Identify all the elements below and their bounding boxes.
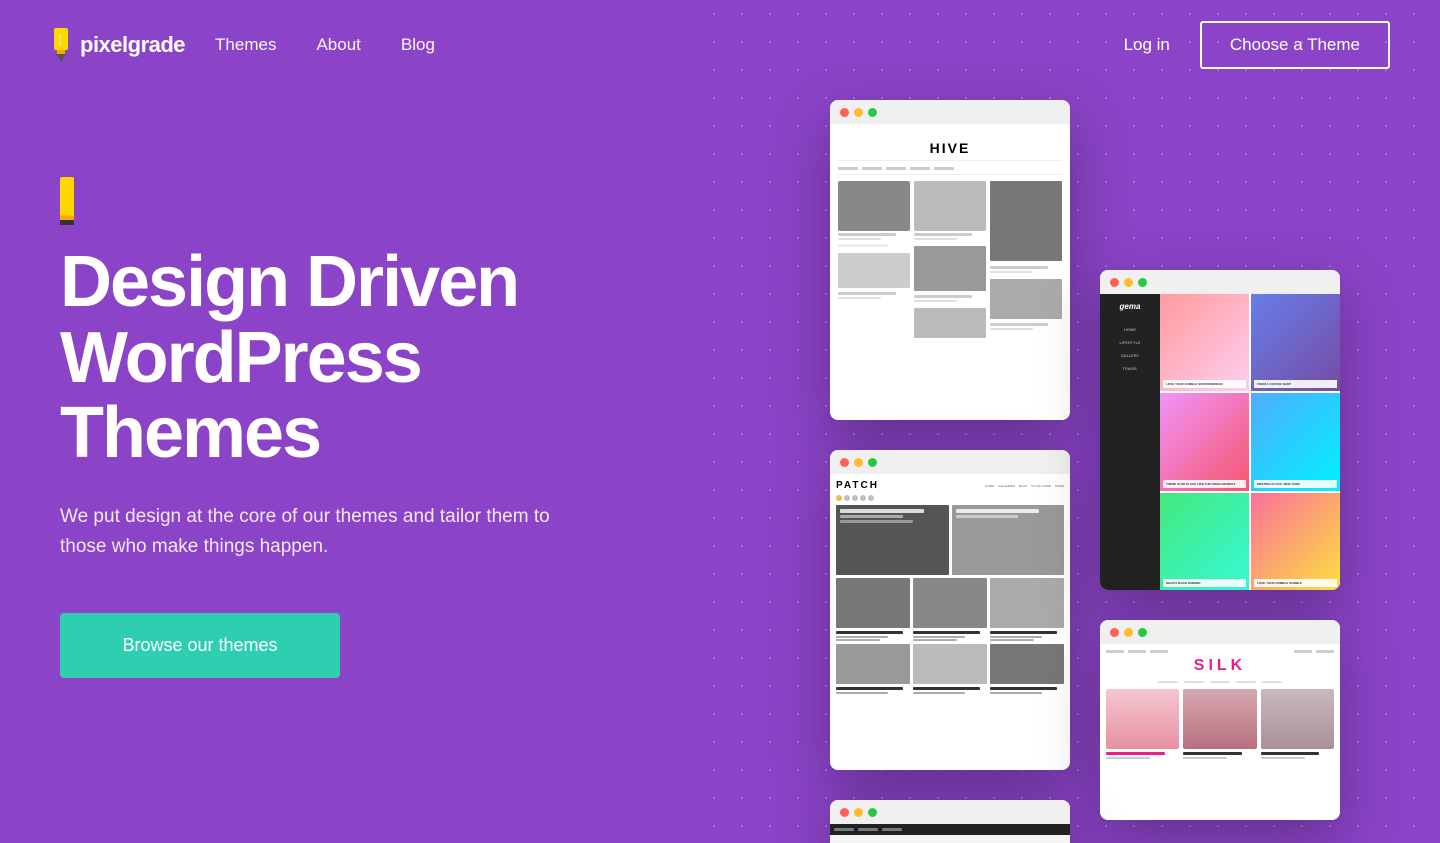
- close-dot: [840, 808, 849, 817]
- screenshots-area: HIVE: [700, 0, 1440, 843]
- nav-themes[interactable]: Themes: [215, 35, 276, 55]
- hive-theme-preview: HIVE: [830, 100, 1070, 420]
- titlebar-silk: [1100, 620, 1340, 644]
- patch-content: PATCH HOMEGALLERIESBLOGSTYLE GUIDEMORE: [830, 474, 1070, 700]
- titlebar-patch: [830, 450, 1070, 474]
- hive-content: HIVE: [830, 124, 1070, 346]
- brand-name: pixelgrade: [80, 32, 185, 58]
- hero-headline: Design Driven WordPress Themes: [60, 245, 640, 472]
- minimize-dot: [1124, 278, 1133, 287]
- patch-theme-preview: PATCH HOMEGALLERIESBLOGSTYLE GUIDEMORE: [830, 450, 1070, 770]
- header: pixelgrade Themes About Blog Log in Choo…: [0, 0, 1440, 90]
- close-dot: [840, 458, 849, 467]
- fourth-theme-preview: [830, 800, 1070, 843]
- nav-blog[interactable]: Blog: [401, 35, 435, 55]
- patch-nav: HOMEGALLERIESBLOGSTYLE GUIDEMORE: [985, 484, 1064, 488]
- gema-content: gema HOME LIFESTYLE GALLERY TRAVEL LOVE …: [1100, 294, 1340, 590]
- login-link[interactable]: Log in: [1124, 35, 1170, 55]
- titlebar-hive: [830, 100, 1070, 124]
- maximize-dot: [868, 808, 877, 817]
- silk-theme-preview: SILK: [1100, 620, 1340, 820]
- gema-grid: LOVE YOUR HUMBLE SURROUNDINGS FROM A COF…: [1160, 294, 1340, 590]
- close-dot: [840, 108, 849, 117]
- pencil-icon: [60, 165, 76, 225]
- header-left: pixelgrade Themes About Blog: [50, 28, 435, 62]
- minimize-dot: [854, 458, 863, 467]
- pixelgrade-icon: [50, 28, 72, 62]
- patch-header: PATCH HOMEGALLERIESBLOGSTYLE GUIDEMORE: [836, 480, 1064, 491]
- silk-logo: SILK: [1106, 657, 1334, 675]
- patch-logo: PATCH: [836, 480, 879, 491]
- hive-logo: HIVE: [838, 132, 1062, 161]
- headline-line1: Design Driven: [60, 242, 518, 322]
- titlebar-fourth: [830, 800, 1070, 824]
- logo[interactable]: pixelgrade: [50, 28, 185, 62]
- silk-grid: [1106, 689, 1334, 759]
- close-dot: [1110, 628, 1119, 637]
- gema-sidebar: gema HOME LIFESTYLE GALLERY TRAVEL: [1100, 294, 1160, 590]
- gema-theme-preview: gema HOME LIFESTYLE GALLERY TRAVEL LOVE …: [1100, 270, 1340, 590]
- hive-grid: [838, 181, 1062, 338]
- silk-content: SILK: [1100, 644, 1340, 765]
- gema-main: gema HOME LIFESTYLE GALLERY TRAVEL LOVE …: [1100, 294, 1340, 590]
- maximize-dot: [1138, 278, 1147, 287]
- nav-about[interactable]: About: [316, 35, 360, 55]
- maximize-dot: [868, 108, 877, 117]
- header-right: Log in Choose a Theme: [1124, 21, 1390, 69]
- bottom-content: [830, 824, 1070, 843]
- minimize-dot: [854, 808, 863, 817]
- maximize-dot: [868, 458, 877, 467]
- minimize-dot: [1124, 628, 1133, 637]
- minimize-dot: [854, 108, 863, 117]
- titlebar-gema: [1100, 270, 1340, 294]
- browse-themes-button[interactable]: Browse our themes: [60, 613, 340, 678]
- choose-theme-button[interactable]: Choose a Theme: [1200, 21, 1390, 69]
- close-dot: [1110, 278, 1119, 287]
- headline-line2: WordPress Themes: [60, 318, 421, 474]
- maximize-dot: [1138, 628, 1147, 637]
- hero-section: Design Driven WordPress Themes We put de…: [0, 0, 700, 843]
- gema-logo: gema: [1120, 302, 1141, 311]
- main-nav: Themes About Blog: [215, 35, 435, 55]
- hero-subtext: We put design at the core of our themes …: [60, 502, 600, 563]
